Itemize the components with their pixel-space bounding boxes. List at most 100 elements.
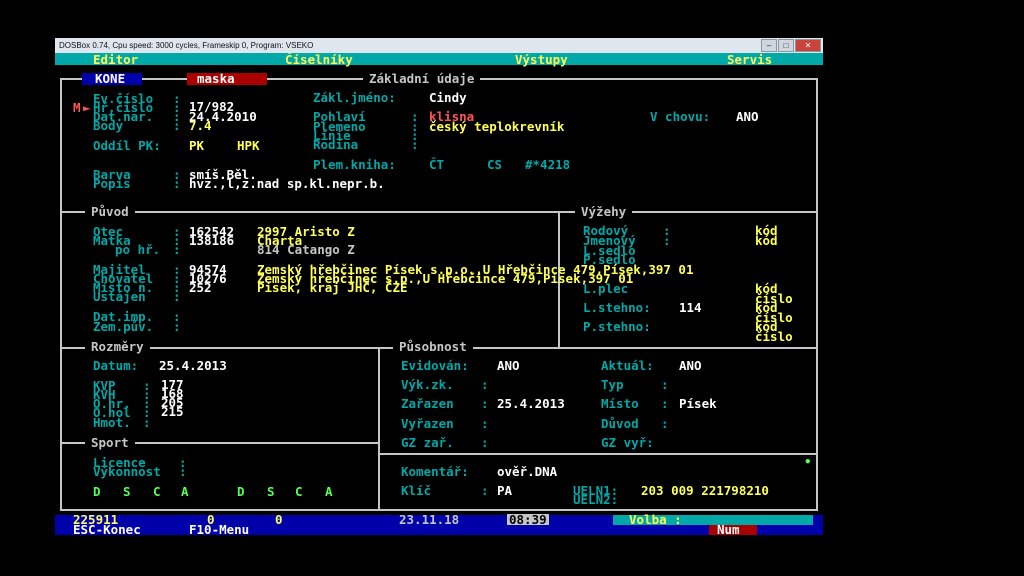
menu-ciselniky[interactable]: Číselníky bbox=[285, 53, 353, 66]
po-hr-field: 814 Catango Z bbox=[257, 242, 355, 257]
pointer-icon: ► bbox=[83, 100, 91, 115]
divider-komentar bbox=[378, 453, 818, 455]
l-plec-label: L.plec bbox=[583, 281, 629, 296]
dsca-a: A bbox=[181, 484, 189, 499]
status-date: 23.11.18 bbox=[399, 512, 460, 527]
plem-kniha-cs[interactable]: CS bbox=[487, 158, 502, 171]
pusobnost-divider bbox=[378, 347, 380, 510]
dsca2-s: S bbox=[267, 484, 275, 499]
divider-puvod bbox=[60, 211, 818, 213]
sport-title: Sport bbox=[85, 436, 135, 449]
vyrazen-label: Vyřazen bbox=[401, 416, 454, 431]
plem-kniha-label: Plem.kniha: bbox=[313, 157, 396, 172]
vyk-zk-label: Výk.zk. bbox=[401, 377, 454, 392]
ueln1-field[interactable]: 203 009 221798210 bbox=[641, 484, 769, 497]
l-stehno-field[interactable]: 114 bbox=[679, 301, 702, 314]
oddil-hpk-field[interactable]: HPK bbox=[237, 139, 260, 152]
komentar-field[interactable]: ověř.DNA bbox=[497, 465, 557, 478]
puvod-title: Původ bbox=[85, 205, 135, 218]
body-field[interactable]: 7.4 bbox=[189, 119, 212, 132]
matka-id[interactable]: 138186 bbox=[189, 234, 234, 247]
misto-p-label: Místo bbox=[601, 396, 639, 411]
status-n2: 0 bbox=[275, 512, 283, 527]
maximize-button[interactable]: □ bbox=[778, 39, 794, 52]
zakl-jmeno-field[interactable]: Cindy bbox=[429, 91, 467, 104]
dos-screen: Editor Číselníky Výstupy Servis KONE mas… bbox=[55, 53, 823, 535]
po-hr-label: po hř. bbox=[115, 242, 161, 257]
plem-kniha-num[interactable]: #*4218 bbox=[525, 158, 570, 171]
misto-p-field[interactable]: Písek bbox=[679, 397, 717, 410]
num-label: Num bbox=[717, 522, 740, 535]
datum-field[interactable]: 25.4.2013 bbox=[159, 359, 227, 372]
aktual-label: Aktuál: bbox=[601, 358, 654, 373]
typ-label: Typ bbox=[601, 377, 624, 392]
zakl-jmeno-label: Zákl.jméno: bbox=[313, 90, 396, 105]
ueln2-label: UELN2: bbox=[573, 492, 619, 507]
aktual-field[interactable]: ANO bbox=[679, 359, 702, 372]
v-chovu-label: V chovu: bbox=[650, 109, 711, 124]
window-titlebar: DOSBox 0.74, Cpu speed: 3000 cycles, Fra… bbox=[55, 38, 823, 53]
l-stehno-label: L.stehno: bbox=[583, 300, 651, 315]
misto-name: Písek, kraj JHČ, ČZE bbox=[257, 280, 408, 295]
evidovan-label: Evidován: bbox=[401, 358, 469, 373]
body-label: Body bbox=[93, 118, 124, 133]
f10-menu[interactable]: F10-Menu bbox=[189, 523, 249, 535]
o-hol-field[interactable]: 215 bbox=[161, 405, 184, 418]
zarazen-label: Zařazen bbox=[401, 396, 454, 411]
tab-kone[interactable]: KONE bbox=[95, 72, 125, 85]
plem-kniha-ct[interactable]: ČT bbox=[429, 158, 444, 171]
menu-servis[interactable]: Servis bbox=[727, 53, 772, 66]
menu-editor[interactable]: Editor bbox=[93, 53, 138, 66]
dosbox-window: DOSBox 0.74, Cpu speed: 3000 cycles, Fra… bbox=[55, 38, 823, 535]
section-title: Základní údaje bbox=[363, 72, 481, 85]
vyzehy-title: Výžehy bbox=[575, 205, 633, 218]
v-chovu-field[interactable]: ANO bbox=[736, 110, 759, 123]
dsca-d: D bbox=[93, 484, 101, 499]
menu-bar bbox=[55, 53, 823, 65]
rodina-label: Rodina bbox=[313, 137, 359, 152]
frame-left bbox=[60, 78, 62, 511]
hmot-label: Hmot. bbox=[93, 415, 131, 430]
jmenovy-kod[interactable]: kód bbox=[755, 234, 778, 247]
oddil-pk-field[interactable]: PK bbox=[189, 139, 204, 152]
volba-label[interactable]: Volba : bbox=[629, 513, 682, 526]
dsca-s: S bbox=[123, 484, 131, 499]
dsca-c: C bbox=[153, 484, 161, 499]
oddil-label: Oddíl PK: bbox=[93, 138, 161, 153]
duvod-label: Důvod bbox=[601, 416, 639, 431]
klic-field[interactable]: PA bbox=[497, 484, 512, 497]
hotkey-bar bbox=[55, 525, 823, 535]
p-sedlo-label: P.sedlo bbox=[583, 252, 636, 267]
misto-id[interactable]: 252 bbox=[189, 281, 212, 294]
frame-bottom bbox=[60, 509, 818, 511]
dsca2-a: A bbox=[325, 484, 333, 499]
dsca2-c: C bbox=[295, 484, 303, 499]
ustajen-label: Ustájen bbox=[93, 289, 146, 304]
tab-maska[interactable]: maska bbox=[197, 72, 235, 85]
popis-field[interactable]: hvz.,l,z.nad sp.kl.nepr.b. bbox=[189, 177, 385, 190]
dsca2-d: D bbox=[237, 484, 245, 499]
datum-label: Datum: bbox=[93, 358, 139, 373]
minimize-button[interactable]: – bbox=[761, 39, 777, 52]
popis-label: Popis bbox=[93, 176, 131, 191]
frame-right bbox=[816, 78, 818, 511]
p-stehno-cislo[interactable]: číslo bbox=[755, 330, 793, 343]
gz-vyr-label: GZ vyř: bbox=[601, 435, 654, 450]
rozmery-title: Rozměry bbox=[85, 340, 150, 353]
gz-zar-label: GZ zař. bbox=[401, 435, 454, 450]
record-marker: M bbox=[73, 100, 81, 115]
zem-puv-label: Zem.pův. bbox=[93, 319, 154, 334]
evidovan-field[interactable]: ANO bbox=[497, 359, 520, 372]
klic-label: Klíč bbox=[401, 483, 432, 498]
close-button[interactable]: ✕ bbox=[795, 39, 821, 52]
p-stehno-label: P.stehno: bbox=[583, 319, 651, 334]
menu-vystupy[interactable]: Výstupy bbox=[515, 53, 568, 66]
indicator-dot: • bbox=[804, 454, 812, 469]
plemeno-field[interactable]: český teplokrevník bbox=[429, 120, 564, 133]
window-title: DOSBox 0.74, Cpu speed: 3000 cycles, Fra… bbox=[59, 41, 314, 50]
status-time: 08:39 bbox=[507, 512, 549, 527]
zarazen-field[interactable]: 25.4.2013 bbox=[497, 397, 565, 410]
komentar-label: Komentář: bbox=[401, 464, 469, 479]
esc-konec[interactable]: ESC-Konec bbox=[73, 523, 141, 535]
vykonnost-label: Výkonnost bbox=[93, 464, 161, 479]
